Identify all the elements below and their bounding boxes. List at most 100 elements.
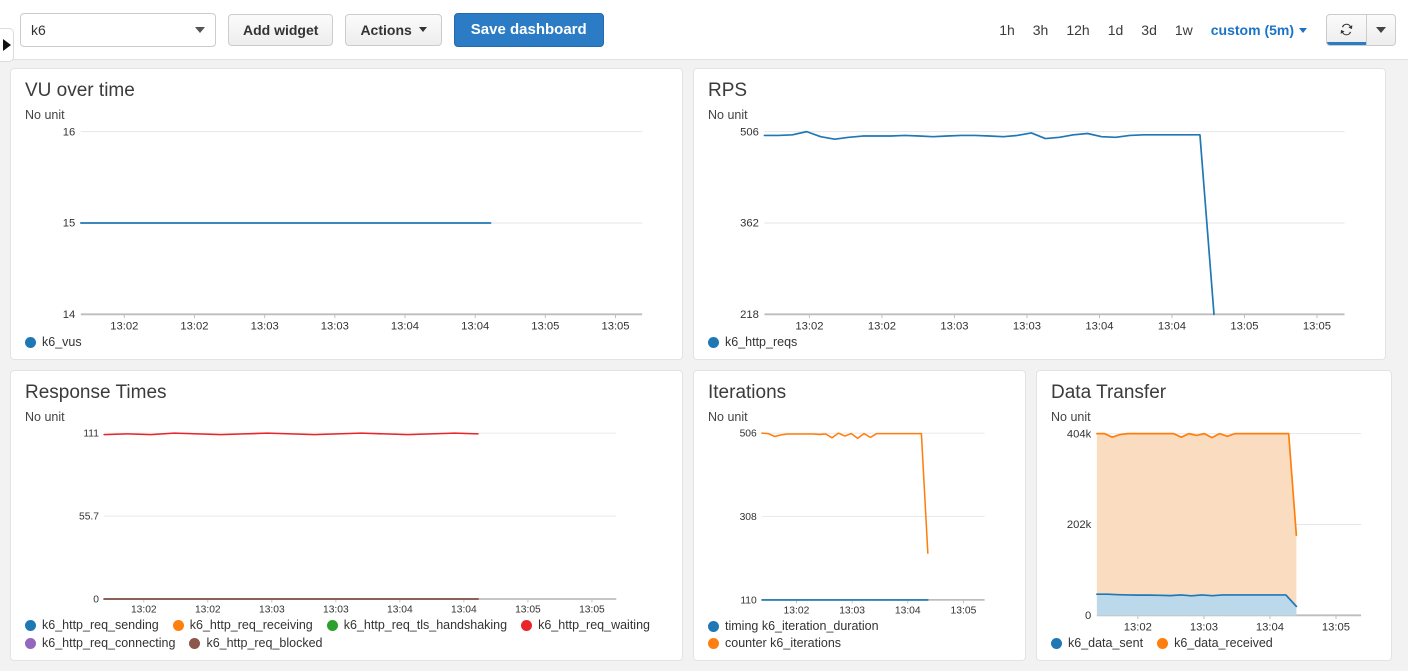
legend-item[interactable]: k6_http_req_blocked	[189, 636, 322, 650]
dashboard-select[interactable]: k6	[20, 13, 216, 47]
legend-color-swatch	[25, 337, 36, 348]
x-axis-tick-label: 13:04	[1256, 621, 1284, 633]
save-dashboard-label: Save dashboard	[471, 21, 587, 38]
chevron-down-icon	[1376, 27, 1386, 33]
y-axis-tick-label: 15	[63, 218, 75, 230]
range-3d[interactable]: 3d	[1132, 22, 1166, 38]
legend-color-swatch	[189, 638, 200, 649]
time-range-group: 1h 3h 12h 1d 3d 1w custom (5m)	[990, 14, 1396, 46]
range-12h[interactable]: 12h	[1057, 22, 1098, 38]
refresh-interval-dropdown[interactable]	[1367, 15, 1395, 45]
toolbar-left-group: k6 Add widget Actions Save dashboard	[20, 13, 604, 47]
panel-iterations: Iterations No unit 50630811013:0213:0313…	[693, 370, 1026, 661]
range-1h[interactable]: 1h	[990, 22, 1024, 38]
legend-color-swatch	[708, 337, 719, 348]
legend-label: k6_vus	[42, 335, 82, 349]
actions-button[interactable]: Actions	[345, 14, 441, 46]
legend-label: k6_http_req_blocked	[206, 636, 322, 650]
y-axis-tick-label: 14	[63, 309, 75, 321]
legend-label: k6_http_req_receiving	[190, 618, 313, 632]
chart-svg: 404k202k013:0213:0313:0413:05	[1051, 428, 1377, 634]
y-axis-tick-label: 218	[740, 309, 759, 321]
chart-svg: 50636221813:0213:0213:0313:0313:0413:041…	[708, 126, 1371, 333]
chevron-down-icon	[419, 27, 427, 32]
x-axis-tick-label: 13:05	[515, 605, 541, 616]
legend-color-swatch	[25, 620, 36, 631]
x-axis-tick-label: 13:02	[784, 606, 810, 617]
x-axis-tick-label: 13:05	[1303, 320, 1331, 332]
legend-label: timing k6_iteration_duration	[725, 619, 879, 633]
legend-item[interactable]: timing k6_iteration_duration	[708, 619, 1011, 633]
legend-item[interactable]: k6_http_req_connecting	[25, 636, 175, 650]
x-axis-tick-label: 13:04	[391, 320, 419, 332]
x-axis-tick-label: 13:05	[1230, 320, 1258, 332]
legend-label: k6_http_req_connecting	[42, 636, 175, 650]
panel-title: Response Times	[25, 383, 668, 404]
top-toolbar: k6 Add widget Actions Save dashboard 1h …	[0, 0, 1408, 60]
legend-label: k6_http_req_sending	[42, 618, 159, 632]
x-axis-tick-label: 13:03	[1190, 621, 1218, 633]
panel-unit-label: No unit	[1051, 410, 1377, 424]
x-axis-tick-label: 13:02	[110, 320, 138, 332]
chart-legend: k6_http_reqs	[708, 335, 1371, 353]
legend-item[interactable]: k6_http_req_sending	[25, 618, 159, 632]
panel-title: RPS	[708, 81, 1371, 102]
y-axis-tick-label: 362	[740, 218, 759, 230]
chart-area-fill	[1097, 434, 1296, 616]
range-1w[interactable]: 1w	[1166, 22, 1202, 38]
panel-data-transfer: Data Transfer No unit 404k202k013:0213:0…	[1036, 370, 1392, 661]
chart-legend: k6_http_req_sending k6_http_req_receiving…	[25, 618, 668, 654]
chart-plot-area[interactable]: 16151413:0213:0213:0313:0313:0413:0413:0…	[25, 126, 668, 333]
legend-item[interactable]: k6_http_req_tls_handshaking	[327, 618, 507, 632]
chart-plot-area[interactable]: 50630811013:0213:0313:0413:05	[708, 428, 1011, 617]
legend-color-swatch	[708, 621, 719, 632]
legend-label: k6_http_req_tls_handshaking	[344, 618, 507, 632]
y-axis-tick-label: 0	[1085, 610, 1091, 622]
x-axis-tick-label: 13:02	[1124, 621, 1152, 633]
legend-item[interactable]: k6_http_req_receiving	[173, 618, 313, 632]
x-axis-tick-label: 13:03	[1013, 320, 1041, 332]
x-axis-tick-label: 13:02	[795, 320, 823, 332]
legend-color-swatch	[173, 620, 184, 631]
panel-unit-label: No unit	[708, 410, 1011, 424]
range-custom[interactable]: custom (5m)	[1202, 22, 1316, 38]
refresh-progress-bar	[1327, 42, 1366, 45]
legend-color-swatch	[25, 638, 36, 649]
x-axis-tick-label: 13:05	[579, 605, 605, 616]
chart-area-fill	[1097, 594, 1296, 615]
x-axis-tick-label: 13:05	[601, 320, 629, 332]
range-3h[interactable]: 3h	[1024, 22, 1058, 38]
legend-item[interactable]: k6_data_sent	[1051, 636, 1143, 650]
chart-plot-area[interactable]: 404k202k013:0213:0313:0413:05	[1051, 428, 1377, 634]
y-axis-tick-label: 110	[740, 595, 757, 606]
chart-legend: timing k6_iteration_durationcounter k6_i…	[708, 619, 1011, 654]
legend-item[interactable]: k6_http_reqs	[708, 335, 797, 349]
range-1d[interactable]: 1d	[1099, 22, 1133, 38]
legend-label: k6_data_sent	[1068, 636, 1143, 650]
x-axis-tick-label: 13:02	[180, 320, 208, 332]
legend-color-swatch	[521, 620, 532, 631]
x-axis-tick-label: 13:04	[1158, 320, 1186, 332]
legend-color-swatch	[1051, 638, 1062, 649]
panel-rps: RPS No unit 50636221813:0213:0213:0313:0…	[693, 68, 1386, 360]
legend-label: k6_http_req_waiting	[538, 618, 650, 632]
panel-vu-over-time: VU over time No unit 16151413:0213:0213:…	[10, 68, 683, 360]
legend-item[interactable]: k6_data_received	[1157, 636, 1273, 650]
legend-item[interactable]: k6_vus	[25, 335, 82, 349]
x-axis-tick-label: 13:03	[940, 320, 968, 332]
chart-svg: 50630811013:0213:0313:0413:05	[708, 428, 1011, 617]
dashboard-grid: VU over time No unit 16151413:0213:0213:…	[0, 60, 1408, 671]
chevron-down-icon	[195, 27, 205, 33]
add-widget-button[interactable]: Add widget	[228, 14, 333, 46]
save-dashboard-button[interactable]: Save dashboard	[454, 13, 604, 47]
x-axis-tick-label: 13:05	[951, 606, 977, 617]
dashboard-row-2: Response Times No unit 11155.7013:0213:0…	[10, 370, 1398, 661]
legend-item[interactable]: counter k6_iterations	[708, 636, 1011, 650]
legend-item[interactable]: k6_http_req_waiting	[521, 618, 650, 632]
refresh-button[interactable]	[1327, 15, 1367, 45]
chart-plot-area[interactable]: 11155.7013:0213:0213:0313:0313:0413:0413…	[25, 428, 668, 616]
chart-svg: 16151413:0213:0213:0313:0313:0413:0413:0…	[25, 126, 668, 333]
sidebar-expand-toggle[interactable]	[0, 28, 14, 62]
refresh-control-group	[1326, 14, 1396, 46]
chart-plot-area[interactable]: 50636221813:0213:0213:0313:0313:0413:041…	[708, 126, 1371, 333]
